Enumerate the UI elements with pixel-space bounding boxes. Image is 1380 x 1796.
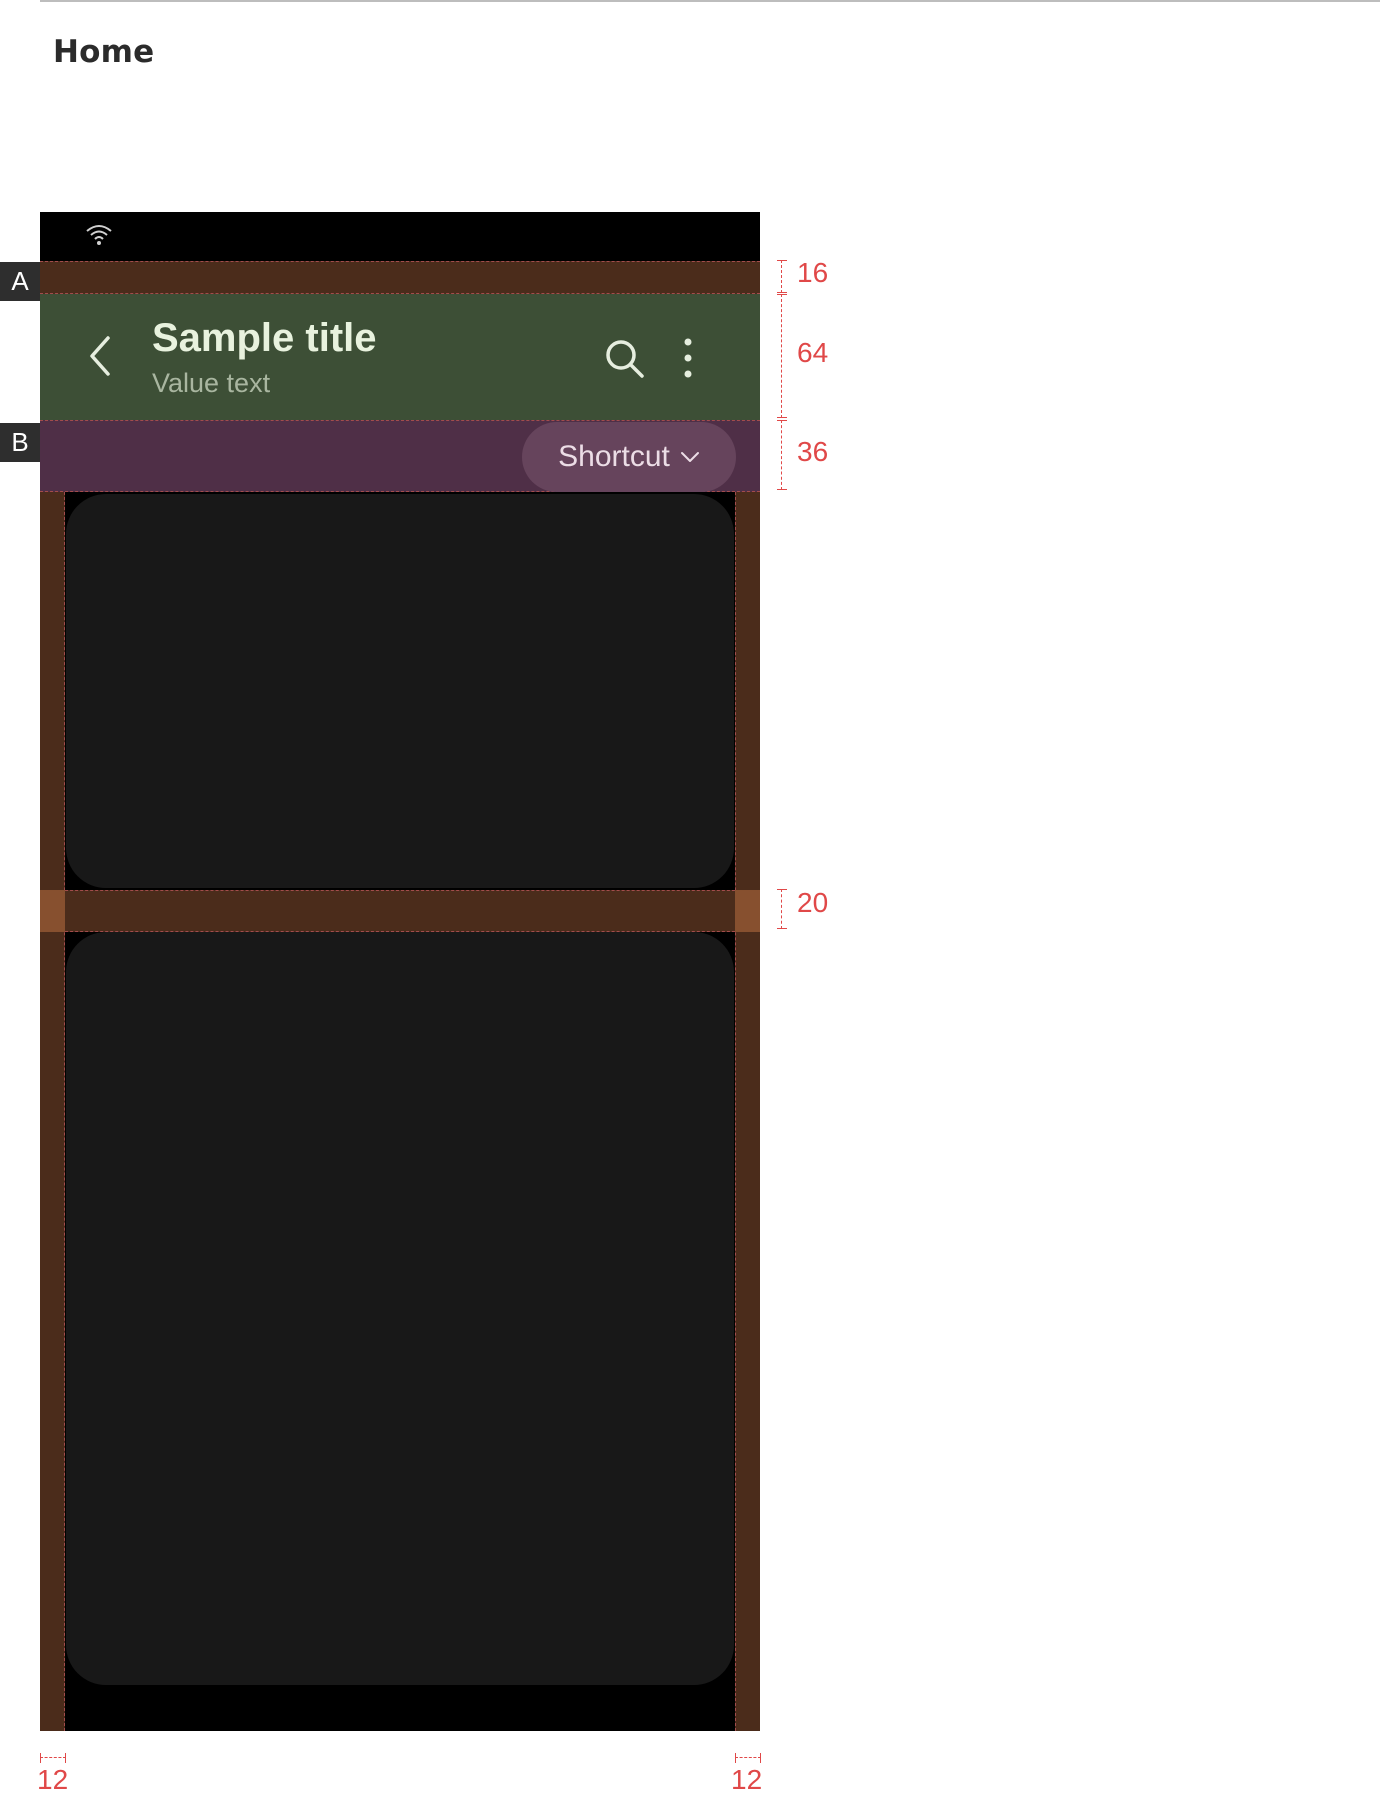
search-icon[interactable] bbox=[602, 336, 646, 380]
annotation-tag-b: B bbox=[0, 423, 40, 462]
phone-screen: Sample title Value text Shortcut bbox=[40, 212, 760, 1731]
dimension-bracket-app-bar bbox=[777, 294, 790, 418]
dimension-bracket-top-padding bbox=[777, 260, 790, 293]
chevron-down-icon bbox=[680, 452, 699, 462]
app-bar-title: Sample title bbox=[152, 316, 377, 360]
dimension-label-top-padding: 16 bbox=[797, 257, 829, 288]
shortcut-button[interactable]: Shortcut bbox=[522, 422, 736, 492]
dimension-bracket-shortcut bbox=[777, 420, 790, 490]
more-vertical-icon[interactable] bbox=[680, 336, 696, 380]
dimension-bracket-card-gap bbox=[777, 889, 790, 929]
dimension-label-left-margin: 12 bbox=[37, 1764, 69, 1795]
back-icon[interactable] bbox=[82, 332, 118, 380]
content-card-2 bbox=[66, 932, 734, 1685]
app-bar: Sample title Value text bbox=[40, 294, 760, 420]
dimension-label-app-bar: 64 bbox=[797, 337, 829, 368]
annotation-tag-a: A bbox=[0, 262, 40, 301]
right-margin-region bbox=[735, 492, 760, 1731]
card-gap-left-corner bbox=[40, 890, 65, 932]
dimension-label-right-margin: 12 bbox=[731, 1764, 763, 1795]
wifi-icon bbox=[86, 225, 112, 245]
page-heading: Home bbox=[53, 34, 155, 70]
dimension-label-shortcut: 36 bbox=[797, 436, 829, 467]
left-margin-region bbox=[40, 492, 65, 1731]
shortcut-label: Shortcut bbox=[558, 440, 670, 473]
top-padding-region bbox=[40, 261, 760, 294]
top-divider bbox=[40, 0, 1380, 2]
card-gap-region bbox=[40, 890, 760, 932]
dimension-label-card-gap: 20 bbox=[797, 887, 829, 918]
card-gap-right-corner bbox=[735, 890, 760, 932]
status-bar bbox=[40, 212, 760, 261]
app-bar-subtitle: Value text bbox=[152, 368, 271, 398]
content-card-1 bbox=[66, 494, 734, 888]
